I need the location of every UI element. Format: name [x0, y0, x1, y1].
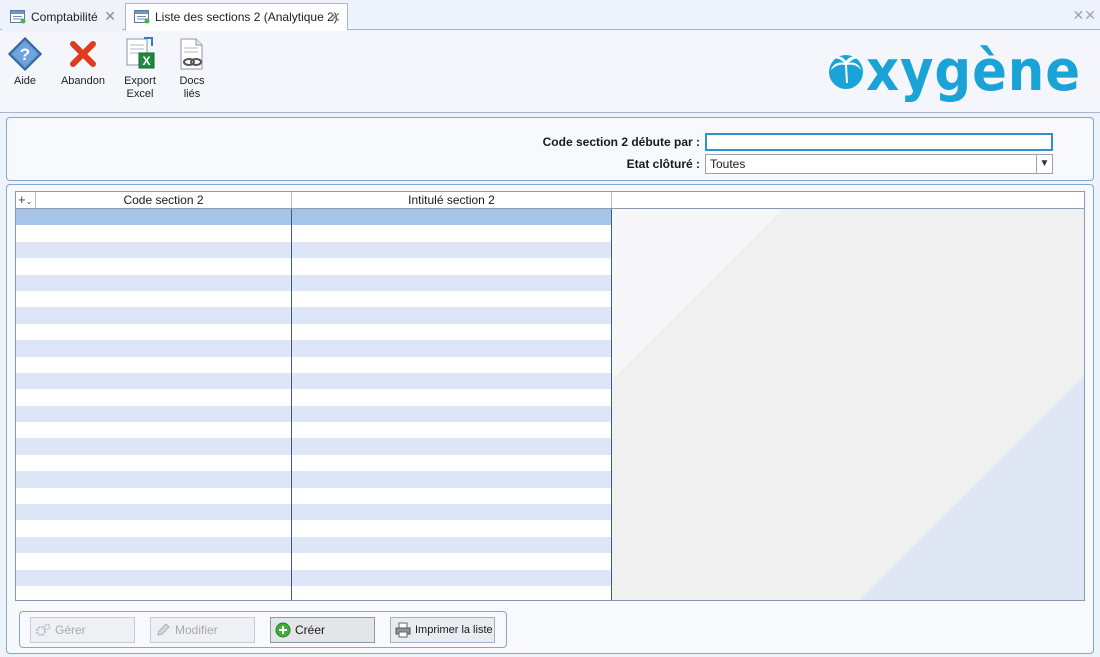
tab-label: Liste des sections 2 (Analytique 2) — [155, 10, 338, 24]
table-row[interactable] — [16, 389, 612, 406]
tab-comptabilite[interactable]: Comptabilité ✕ — [2, 3, 122, 30]
etat-cloture-label: Etat clôturé : — [626, 157, 700, 171]
table-row[interactable] — [16, 290, 612, 308]
table-row[interactable] — [16, 569, 612, 586]
cancel-icon — [65, 36, 101, 72]
table-row[interactable] — [16, 274, 612, 291]
table-row[interactable] — [16, 520, 612, 537]
close-all-icon[interactable]: ✕✕ — [1073, 7, 1096, 24]
help-icon: ? — [7, 36, 43, 72]
tab-liste-sections[interactable]: Liste des sections 2 (Analytique 2) ✕ — [125, 3, 348, 31]
printer-icon — [395, 622, 411, 638]
gerer-button[interactable]: Gérer — [30, 617, 135, 643]
table-row[interactable] — [16, 323, 612, 341]
code-section-input[interactable] — [705, 133, 1053, 151]
sections-grid[interactable]: +⌄ Code section 2 Intitulé section 2 — [15, 191, 1085, 601]
table-row[interactable] — [16, 209, 612, 226]
docs-lies-button[interactable]: Docs liés — [172, 36, 212, 101]
tab-bar: Comptabilité ✕ Liste des sections 2 (Ana… — [0, 0, 1100, 31]
tab-label: Comptabilité — [31, 9, 98, 24]
table-row[interactable] — [16, 241, 612, 259]
docs-label-line1: Docs — [179, 75, 205, 87]
close-icon[interactable]: ✕ — [329, 10, 341, 24]
imprimer-label: Imprimer la liste — [415, 624, 493, 636]
grid-empty-area — [612, 209, 1084, 600]
abandon-label: Abandon — [60, 75, 106, 87]
table-row[interactable] — [16, 536, 612, 554]
table-row[interactable] — [16, 258, 612, 275]
imprimer-button[interactable]: Imprimer la liste — [390, 617, 495, 643]
table-row[interactable] — [16, 438, 612, 455]
code-section-label: Code section 2 débute par : — [542, 135, 700, 149]
oxygene-logo: xygène — [822, 39, 1087, 104]
modifier-label: Modifier — [175, 623, 218, 637]
column-chooser-button[interactable]: +⌄ — [16, 192, 36, 208]
table-row[interactable] — [16, 585, 612, 600]
table-row[interactable] — [16, 454, 612, 472]
table-row[interactable] — [16, 405, 612, 423]
toolbar: ? Aide Abandon X Export Excel Docs liés … — [0, 31, 1100, 113]
grid-header: +⌄ Code section 2 Intitulé section 2 — [16, 192, 1084, 209]
grid-panel: +⌄ Code section 2 Intitulé section 2 Gér… — [6, 184, 1094, 654]
creer-label: Créer — [295, 623, 326, 637]
linked-docs-icon — [174, 36, 210, 72]
action-bar: Gérer Modifier Créer Imprimer la liste — [19, 611, 507, 648]
excel-export-icon: X — [122, 36, 158, 72]
table-row[interactable] — [16, 487, 612, 505]
table-row[interactable] — [16, 340, 612, 357]
export-label-line2: Excel — [126, 88, 154, 100]
add-icon — [275, 622, 291, 638]
table-row[interactable] — [16, 471, 612, 488]
aide-label: Aide — [13, 75, 37, 87]
modifier-button[interactable]: Modifier — [150, 617, 255, 643]
plus-icon: +⌄ — [18, 192, 33, 207]
gerer-label: Gérer — [55, 623, 86, 637]
chevron-down-icon[interactable]: ▼ — [1036, 155, 1052, 173]
svg-text:xygène: xygène — [866, 43, 1081, 103]
svg-text:?: ? — [20, 45, 30, 64]
column-header-intitule[interactable]: Intitulé section 2 — [292, 192, 612, 208]
table-row[interactable] — [16, 504, 612, 521]
etat-cloture-select[interactable]: Toutes ▼ — [705, 154, 1053, 174]
filter-panel: Code section 2 débute par : Etat clôturé… — [6, 117, 1094, 181]
column-divider — [291, 209, 292, 600]
aide-button[interactable]: ? Aide — [6, 36, 44, 88]
table-row[interactable] — [16, 356, 612, 373]
pencil-icon — [155, 622, 171, 638]
export-excel-button[interactable]: X Export Excel — [120, 36, 160, 101]
etat-cloture-value: Toutes — [710, 157, 746, 171]
export-label-line1: Export — [124, 75, 156, 87]
list-window-icon — [134, 10, 150, 24]
gears-icon — [35, 622, 51, 638]
close-icon[interactable]: ✕ — [104, 9, 116, 23]
grid-rows — [16, 209, 612, 600]
table-row[interactable] — [16, 372, 612, 390]
column-header-empty — [612, 192, 1084, 208]
svg-text:X: X — [142, 54, 150, 68]
abandon-button[interactable]: Abandon — [58, 36, 108, 88]
table-row[interactable] — [16, 225, 612, 242]
column-header-code[interactable]: Code section 2 — [36, 192, 292, 208]
creer-button[interactable]: Créer — [270, 617, 375, 643]
table-row[interactable] — [16, 553, 612, 570]
docs-label-line2: liés — [183, 88, 201, 100]
table-row[interactable] — [16, 307, 612, 324]
table-row[interactable] — [16, 422, 612, 439]
list-window-icon — [10, 9, 26, 24]
